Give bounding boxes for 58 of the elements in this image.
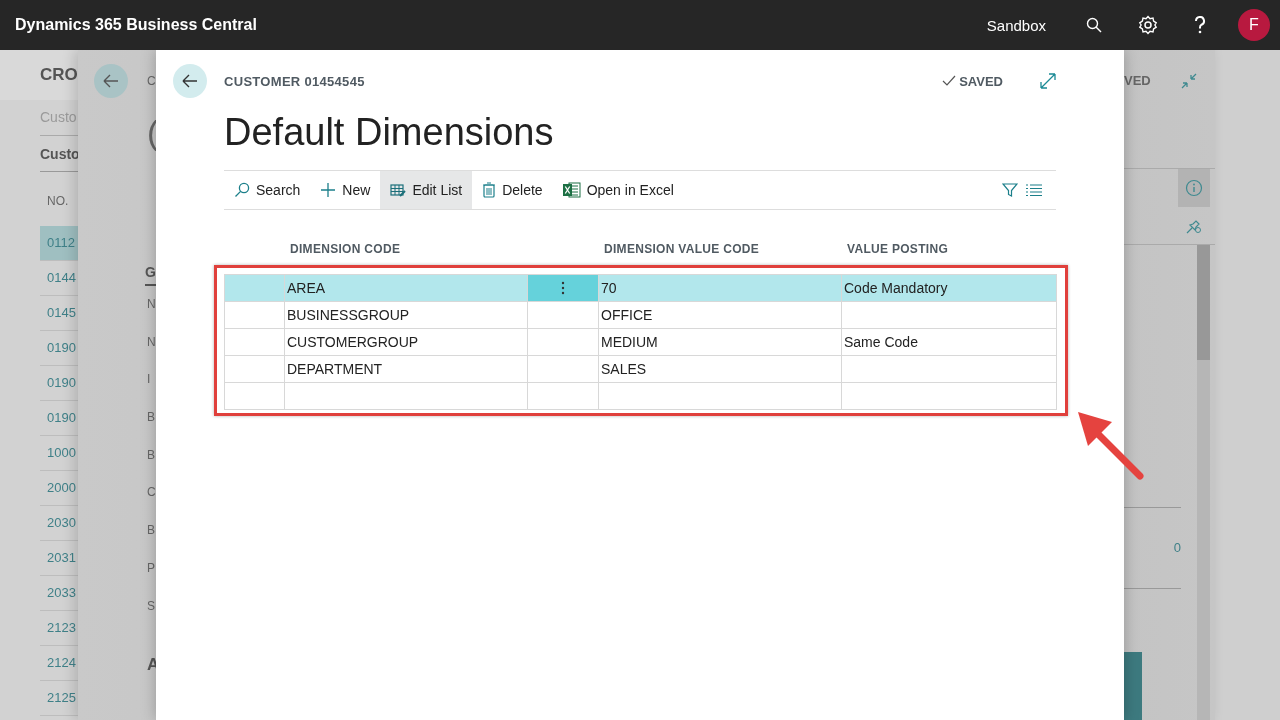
table-row[interactable]: BUSINESSGROUP OFFICE	[225, 302, 1056, 329]
list-view-icon[interactable]	[1026, 183, 1042, 197]
search-icon	[234, 182, 250, 198]
table-row[interactable]: CUSTOMERGROUP MEDIUM Same Code	[225, 329, 1056, 356]
user-avatar[interactable]: F	[1238, 9, 1270, 41]
expand-icon[interactable]	[1040, 73, 1056, 89]
scrollbar[interactable]	[1197, 245, 1210, 720]
breadcrumb: CUSTOMER 01454545	[224, 73, 365, 89]
field-label: B	[147, 522, 156, 540]
column-header[interactable]: VALUE POSTING	[841, 242, 1055, 256]
field-label: S	[147, 597, 156, 615]
table-cell: CUSTOMERGROUP	[285, 329, 528, 355]
page-title: Default Dimensions	[224, 112, 555, 155]
app-name: Dynamics 365 Business Central	[15, 16, 257, 34]
save-status: VED	[1124, 73, 1151, 89]
table-cell: 70	[599, 275, 842, 301]
edit-grid-icon	[390, 182, 407, 198]
search-icon[interactable]	[1086, 17, 1102, 33]
table-cell: MEDIUM	[599, 329, 842, 355]
delete-action[interactable]: Delete	[472, 171, 553, 209]
check-icon	[942, 75, 957, 87]
plus-icon	[320, 182, 337, 198]
table-row[interactable]: AREA 70 Code Mandatory	[225, 275, 1056, 302]
edit-action[interactable]: Edit List	[380, 171, 473, 209]
table-cell: BUSINESSGROUP	[285, 302, 528, 328]
tile[interactable]	[1124, 652, 1142, 720]
page-title: CRO	[40, 65, 78, 85]
field-label: N	[147, 296, 157, 313]
table-cell: OFFICE	[599, 302, 842, 328]
environment-name: Sandbox	[986, 16, 1046, 34]
table-cell-text: Code Mandatory	[843, 279, 949, 298]
filter-icon[interactable]	[1002, 182, 1018, 198]
column-header: NO.	[47, 194, 70, 210]
save-status: SAVED	[959, 73, 1003, 89]
field-label: I	[147, 371, 152, 389]
field-label: B	[147, 409, 156, 427]
spreadsheet-icon	[562, 182, 581, 198]
field-value: 0	[1173, 539, 1181, 557]
breadcrumb: C	[147, 74, 156, 88]
field-label: B	[147, 446, 156, 464]
column-header[interactable]: DIMENSION CODE	[284, 242, 527, 256]
search-action[interactable]: Search	[224, 171, 311, 209]
more-options-icon[interactable]	[561, 281, 565, 295]
field-label: N	[147, 333, 157, 351]
table-row[interactable]: DEPARTMENT SALES	[225, 356, 1056, 383]
column-header[interactable]: DIMENSION VALUE CODE	[598, 242, 841, 256]
table-cell: DEPARTMENT	[285, 356, 528, 382]
field-label: P	[147, 559, 156, 577]
collapse-icon[interactable]	[1180, 71, 1198, 90]
info-icon	[1185, 178, 1203, 197]
table-cell: SALES	[599, 356, 842, 382]
new-action[interactable]: New	[310, 171, 381, 209]
field-label: C	[147, 484, 157, 502]
table-cell-text: Same Code	[843, 333, 919, 352]
trash-icon	[482, 182, 497, 198]
help-icon[interactable]	[1194, 16, 1206, 34]
excel-action[interactable]: Open in Excel	[552, 171, 684, 209]
settings-icon[interactable]	[1138, 15, 1158, 35]
